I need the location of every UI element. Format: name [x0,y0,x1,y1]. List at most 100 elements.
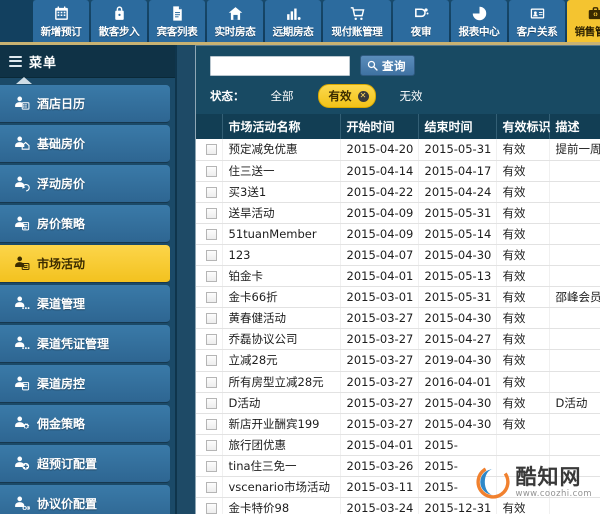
sidebar-item-7[interactable]: 渠道凭证管理 [0,325,170,363]
cell-description [549,223,600,245]
row-checkbox[interactable] [206,460,218,472]
row-checkbox-cell[interactable] [196,202,223,224]
table-row[interactable]: 新店开业酬宾199 2015-03-27 2015-04-30 有效 [196,413,600,435]
topnav-item-1[interactable]: 新增预订 [33,0,89,42]
column-header-flag[interactable]: 有效标识 [496,114,551,139]
row-checkbox[interactable] [206,313,218,325]
table-row[interactable]: 住三送一 2015-04-14 2015-04-17 有效 [196,160,600,182]
table-row[interactable]: 金卡特价98 2015-03-24 2015-12-31 有效 [196,497,600,514]
row-checkbox[interactable] [206,334,218,346]
topnav-item-7[interactable]: 夜审 [393,0,449,42]
sidebar-item-1[interactable]: 酒店日历 [0,85,170,123]
row-checkbox[interactable] [206,292,218,304]
status-filter-option-1[interactable]: 全部 [267,86,298,106]
row-checkbox[interactable] [206,165,218,177]
row-checkbox-cell[interactable] [196,392,223,414]
row-checkbox-cell[interactable] [196,413,223,435]
row-checkbox[interactable] [206,250,218,262]
cell-campaign-name: vscenario市场活动 [222,476,341,499]
table-row[interactable]: 所有房型立减28元 2015-03-27 2016-04-01 有效 [196,371,600,393]
row-checkbox-cell[interactable] [196,244,223,267]
row-checkbox[interactable] [206,144,218,156]
sidebar-item-5[interactable]: 市场活动 [0,245,170,283]
column-header-name[interactable]: 市场活动名称 [222,114,341,139]
row-checkbox[interactable] [206,418,218,430]
sidebar-item-label: 佣金策略 [37,417,86,431]
sidebar-item-11[interactable]: OK 协议价配置 [0,485,170,514]
topnav-item-8[interactable]: 报表中心 [451,0,507,42]
table-row[interactable]: D活动 2015-03-27 2015-04-30 有效 D活动 [196,392,600,414]
column-header-start[interactable]: 开始时间 [340,114,419,139]
row-checkbox[interactable] [206,271,218,283]
row-checkbox[interactable] [206,439,218,451]
sidebar-item-3[interactable]: 浮动房价 [0,165,170,203]
row-checkbox-cell[interactable] [196,476,223,499]
cell-start-date: 2015-03-01 [340,286,419,309]
table-row[interactable]: tina住三免一 2015-03-26 2015- [196,455,600,478]
cell-campaign-name: 买3送1 [222,181,341,203]
topnav-item-10[interactable]: 销售管理 [567,0,600,42]
table-row[interactable]: 乔磊协议公司 2015-03-27 2015-04-27 有效 [196,328,600,351]
sidebar-item-label: 房价策略 [37,217,86,231]
row-checkbox-cell[interactable] [196,265,223,288]
row-checkbox-cell[interactable] [196,181,223,203]
row-checkbox-cell[interactable] [196,371,223,393]
sidebar-item-8[interactable]: 渠道房控 [0,365,170,403]
row-checkbox[interactable] [206,482,218,494]
row-checkbox-cell[interactable] [196,349,223,372]
table-row[interactable]: 铂金卡 2015-04-01 2015-05-13 有效 [196,265,600,288]
table-row[interactable]: 旅行团优惠 2015-04-01 2015- [196,434,600,456]
row-checkbox[interactable] [206,355,218,367]
topnav-item-3[interactable]: 宾客列表 [149,0,205,42]
row-checkbox[interactable] [206,207,218,219]
table-row[interactable]: 送旱活动 2015-04-09 2015-05-31 有效 [196,202,600,224]
table-row[interactable]: 黄春健活动 2015-03-27 2015-04-30 有效 [196,307,600,330]
column-header-select[interactable] [196,114,223,139]
main-panel: 查询 状态： 全部 有效 ✕ 无效 市场活动名称 开始时间 结束时间 有效标识 … [195,45,600,514]
row-checkbox-cell[interactable] [196,286,223,309]
row-checkbox[interactable] [206,397,218,409]
row-checkbox[interactable] [206,228,218,240]
sidebar-item-4[interactable]: 房价策略 [0,205,170,243]
topnav-item-2[interactable]: 散客步入 [91,0,147,42]
table-row[interactable]: 金卡66折2015-03-012015-05-31有效邵峰会员金卡 [196,286,600,309]
row-checkbox[interactable] [206,376,218,388]
row-checkbox-cell[interactable] [196,139,223,161]
table-row[interactable]: 预定减免优惠2015-04-202015-05-31有效提前一周预订 [196,139,600,161]
row-checkbox-cell[interactable] [196,223,223,245]
topnav-item-6[interactable]: 现付账管理 [323,0,391,42]
cell-valid-flag: 有效 [496,265,550,288]
table-row[interactable]: 立减28元 2015-03-27 2019-04-30 有效 [196,349,600,372]
topnav-item-9[interactable]: 客户关系 [509,0,565,42]
status-filter-option-3[interactable]: 无效 [396,86,427,106]
cell-campaign-name: 金卡66折 [222,286,341,309]
row-checkbox-cell[interactable] [196,434,223,456]
status-filter-option-2[interactable]: 有效 ✕ [317,84,376,108]
row-checkbox[interactable] [206,503,218,514]
query-button[interactable]: 查询 [360,55,415,76]
close-icon[interactable]: ✕ [357,90,369,102]
table-row[interactable]: 51tuanMember 2015-04-09 2015-05-14 有效 [196,223,600,245]
sidebar-item-2[interactable]: 基础房价 [0,125,170,163]
briefcase-icon [567,4,600,23]
row-checkbox-cell[interactable] [196,307,223,330]
topnav-item-5[interactable]: 远期房态 [265,0,321,42]
row-checkbox-cell[interactable] [196,328,223,351]
table-row[interactable]: 买3送1 2015-04-22 2015-04-24 有效 [196,181,600,203]
search-input[interactable] [210,55,350,76]
table-row[interactable]: 123 2015-04-07 2015-04-30 有效 [196,244,600,267]
row-checkbox-cell[interactable] [196,160,223,182]
sidebar-header[interactable]: 菜单 [0,45,175,84]
sidebar-item-6[interactable]: 渠道管理 [0,285,170,323]
table-row[interactable]: vscenario市场活动 2015-03-11 2015- [196,476,600,499]
topnav-item-4[interactable]: 实时房态 [207,0,263,42]
sidebar: 菜单 酒店日历 基础房价 浮动房价房价策略市场活动 渠道管理 渠道凭证管理 渠道房控佣金策… [0,45,177,514]
row-checkbox-cell[interactable] [196,497,223,514]
column-header-desc[interactable]: 描述 [549,114,600,139]
sidebar-item-10[interactable]: 超预订配置 [0,445,170,483]
row-checkbox-cell[interactable] [196,455,223,478]
row-checkbox[interactable] [206,186,218,198]
sidebar-item-9[interactable]: 佣金策略 [0,405,170,443]
cell-end-date: 2015-04-30 [418,392,497,414]
column-header-end[interactable]: 结束时间 [418,114,497,139]
